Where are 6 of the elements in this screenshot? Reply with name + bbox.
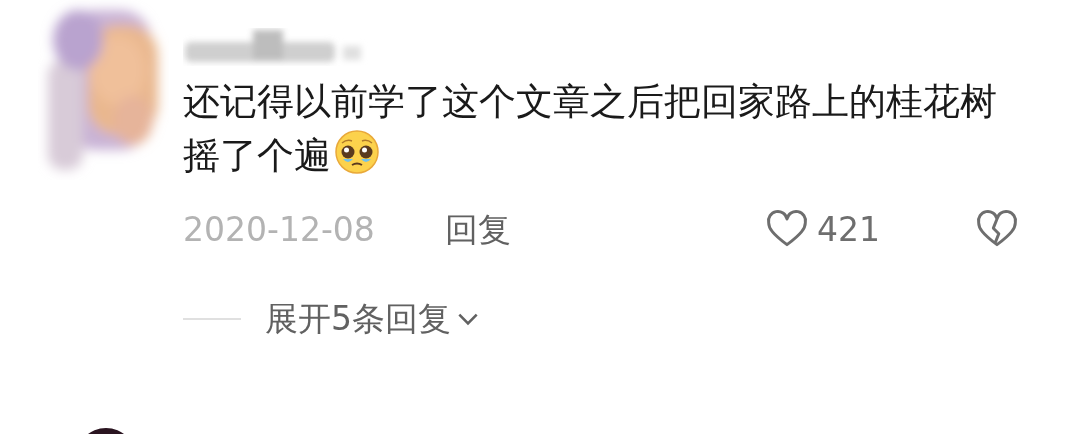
comment-text: 还记得以前学了这个文章之后把回家路上的桂花树摇了个遍 xyxy=(183,79,998,179)
comment-date: 2020-12-08 xyxy=(183,209,376,252)
expand-replies-link[interactable]: 展开5条回复 xyxy=(265,294,451,344)
reply-link[interactable]: 回复 xyxy=(445,205,511,255)
pleading-face-icon xyxy=(333,128,381,176)
like-count: 421 xyxy=(817,209,880,252)
